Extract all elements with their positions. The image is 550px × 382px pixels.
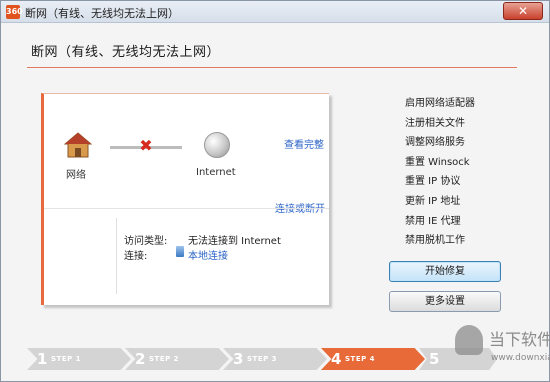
step-2: 2 STEP 2 — [125, 348, 229, 370]
header-divider — [27, 67, 517, 68]
step-label: STEP 2 — [149, 355, 180, 363]
connection-label: 连接: — [124, 251, 148, 262]
step-number: 4 — [331, 350, 342, 368]
step-number: 2 — [135, 350, 146, 368]
action-item: 调整网络服务 — [405, 137, 465, 149]
step-label: STEP 4 — [345, 355, 376, 363]
watermark-url: www.downxia.com — [491, 353, 550, 363]
step-3: 3 STEP 3 — [223, 348, 327, 370]
panel-vertical-divider — [116, 218, 117, 294]
step-4-active: 4 STEP 4 — [321, 348, 425, 370]
close-button[interactable]: ✕ — [503, 2, 543, 20]
action-item: 注册相关文件 — [405, 117, 465, 129]
watermark: 当下软件园 www.downxia.com — [451, 321, 550, 377]
panel-divider — [44, 208, 329, 209]
connection-link[interactable]: 本地连接 — [188, 247, 228, 262]
action-item: 重置 IP 协议 — [405, 176, 461, 188]
repair-action-list: 启用网络适配器 注册相关文件 调整网络服务 重置 Winsock 重置 IP 协… — [405, 94, 475, 251]
network-label: 网络 — [66, 170, 86, 181]
step-number: 1 — [37, 350, 48, 368]
access-type-label: 访问类型: — [124, 236, 168, 247]
watermark-logo-icon — [455, 325, 483, 355]
step-1: 1 STEP 1 — [27, 348, 131, 370]
action-item: 禁用 IE 代理 — [405, 215, 461, 227]
globe-icon — [204, 132, 230, 158]
app-logo-icon: 360 — [6, 5, 23, 19]
window-title: 断网（有线、无线均无法上网） — [25, 7, 179, 20]
step-number: 5 — [429, 350, 440, 368]
start-repair-button[interactable]: 开始修复 — [389, 261, 501, 282]
watermark-brand: 当下软件园 — [489, 330, 550, 349]
action-item: 启用网络适配器 — [405, 98, 475, 109]
connection-icon — [176, 246, 184, 257]
action-item: 禁用脱机工作 — [405, 235, 465, 247]
more-settings-button[interactable]: 更多设置 — [389, 291, 501, 312]
x-mark-icon: ✖ — [139, 136, 153, 155]
page-title: 断网（有线、无线均无法上网） — [31, 45, 221, 60]
step-number: 3 — [233, 350, 244, 368]
step-label: STEP 3 — [247, 355, 278, 363]
close-icon[interactable]: ✕ — [518, 4, 528, 18]
internet-label: Internet — [196, 167, 236, 178]
step-progress: 1 STEP 1 2 STEP 2 3 STEP 3 4 STEP 4 5 — [27, 348, 497, 370]
diagnostic-panel: 网络 ✖ Internet 查看完整 连接或断开 访问类型: 无法连接到 Int… — [41, 93, 329, 305]
view-details-link[interactable]: 查看完整 — [284, 136, 324, 151]
app-window: 360 断网（有线、无线均无法上网） ✕ 断网（有线、无线均无法上网） 网络 ✖… — [0, 0, 550, 382]
house-icon — [64, 132, 92, 158]
action-item: 重置 Winsock — [405, 156, 470, 168]
action-item: 更新 IP 地址 — [405, 195, 461, 207]
title-bar: 360 断网（有线、无线均无法上网） ✕ — [1, 1, 549, 23]
access-type-value: 无法连接到 Internet — [188, 236, 281, 247]
step-label: STEP 1 — [51, 355, 82, 363]
